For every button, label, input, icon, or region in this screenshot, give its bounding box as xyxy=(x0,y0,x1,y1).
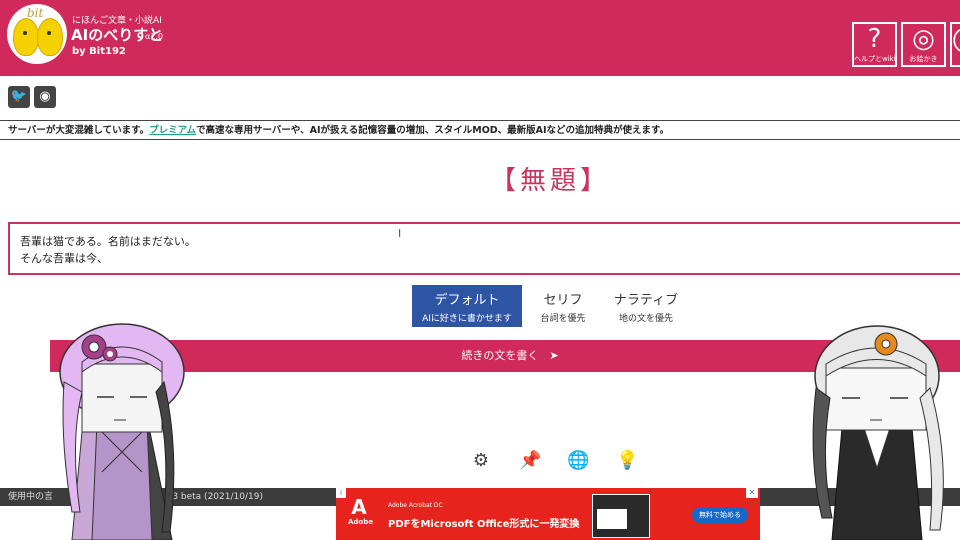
twitter-icon: 🐦 xyxy=(10,89,28,104)
question-icon: ? xyxy=(867,24,882,54)
desk-lamp-icon[interactable]: 💡 xyxy=(616,450,638,472)
notice-text-before: サーバーが大変混雑しています。 xyxy=(8,125,150,136)
mode-sub: 地の文を優先 xyxy=(618,314,673,324)
adobe-logo: A Adobe xyxy=(348,495,373,530)
ad-headline: PDFをMicrosoft Office形式に一発変換 xyxy=(388,519,580,530)
adobe-logo-text: Adobe xyxy=(348,518,373,526)
server-notice: サーバーが大変混雑しています。プレミアムで高速な専用サーバーや、AIが扱える記憶… xyxy=(0,120,960,140)
status-left-text: 使用中の言 xyxy=(8,492,54,502)
menu-icon: ◯ xyxy=(952,24,960,54)
purple-hair-character-image xyxy=(59,323,185,540)
mode-label: ナラティブ xyxy=(613,293,679,308)
app-version: α2.0 xyxy=(145,32,163,41)
mode-narrative-button[interactable]: ナラティブ 地の文を優先 xyxy=(606,285,686,327)
settings-gear-icon[interactable]: ⚙ xyxy=(470,450,492,472)
mode-default-button[interactable]: デフォルト AIに好きに書かせます xyxy=(412,285,522,327)
adobe-a-icon: A xyxy=(351,495,367,519)
app-byline: by Bit192 xyxy=(72,46,126,57)
app-header: bit にほんご文章・小説AI AIのべりすと α2.0 by Bit192 ?… xyxy=(0,0,960,76)
editor-line: 吾輩は猫である。名前はまだない。 xyxy=(20,235,196,248)
text-cursor-icon: I xyxy=(398,227,402,240)
ad-screenshot-image xyxy=(592,494,650,538)
mode-sub: AIに好きに書かせます xyxy=(422,314,512,324)
bit192-logo[interactable]: bit xyxy=(7,4,67,64)
mode-label: セリフ xyxy=(543,293,583,308)
ad-brand: Adobe Acrobat DC xyxy=(388,502,443,509)
chick-icon xyxy=(37,18,63,56)
white-hair-character-image xyxy=(812,325,944,540)
document-title[interactable]: 【無題】 xyxy=(0,160,960,197)
discord-button[interactable]: ◉ xyxy=(34,86,56,108)
chick-icon xyxy=(13,18,39,56)
globe-icon[interactable]: 🌐 xyxy=(567,450,589,472)
mode-label: デフォルト xyxy=(434,293,500,308)
mode-serif-button[interactable]: セリフ 台詞を優先 xyxy=(528,285,598,327)
discord-icon: ◉ xyxy=(39,89,51,104)
story-editor[interactable]: 吾輩は猫である。名前はまだない。 そんな吾輩は今、 xyxy=(8,222,960,275)
ad-info-icon[interactable]: i xyxy=(336,488,346,498)
menu-button-partial[interactable]: ◯ xyxy=(950,22,960,67)
drawing-button[interactable]: ◎ お絵かき xyxy=(901,22,946,67)
twitter-button[interactable]: 🐦 xyxy=(8,86,30,108)
editor-line: そんな吾輩は今、 xyxy=(20,252,108,265)
drawing-label: お絵かき xyxy=(909,55,938,63)
ad-cta-button[interactable]: 無料で始める xyxy=(692,507,748,523)
ad-close-icon[interactable]: ✕ xyxy=(746,488,758,498)
help-wiki-label: ヘルプとwiki xyxy=(854,55,896,63)
premium-link[interactable]: プレミアム xyxy=(149,125,196,136)
drawing-icon: ◎ xyxy=(912,24,935,54)
mode-sub: 台詞を優先 xyxy=(540,314,586,324)
pin-icon[interactable]: 📌 xyxy=(519,450,541,472)
help-wiki-button[interactable]: ? ヘルプとwiki xyxy=(852,22,897,67)
notice-text-after: で高速な専用サーバーや、AIが扱える記憶容量の増加、スタイルMOD、最新版AIな… xyxy=(196,125,670,136)
advertisement-banner[interactable]: i A Adobe Adobe Acrobat DC PDFをMicrosoft… xyxy=(336,488,760,540)
